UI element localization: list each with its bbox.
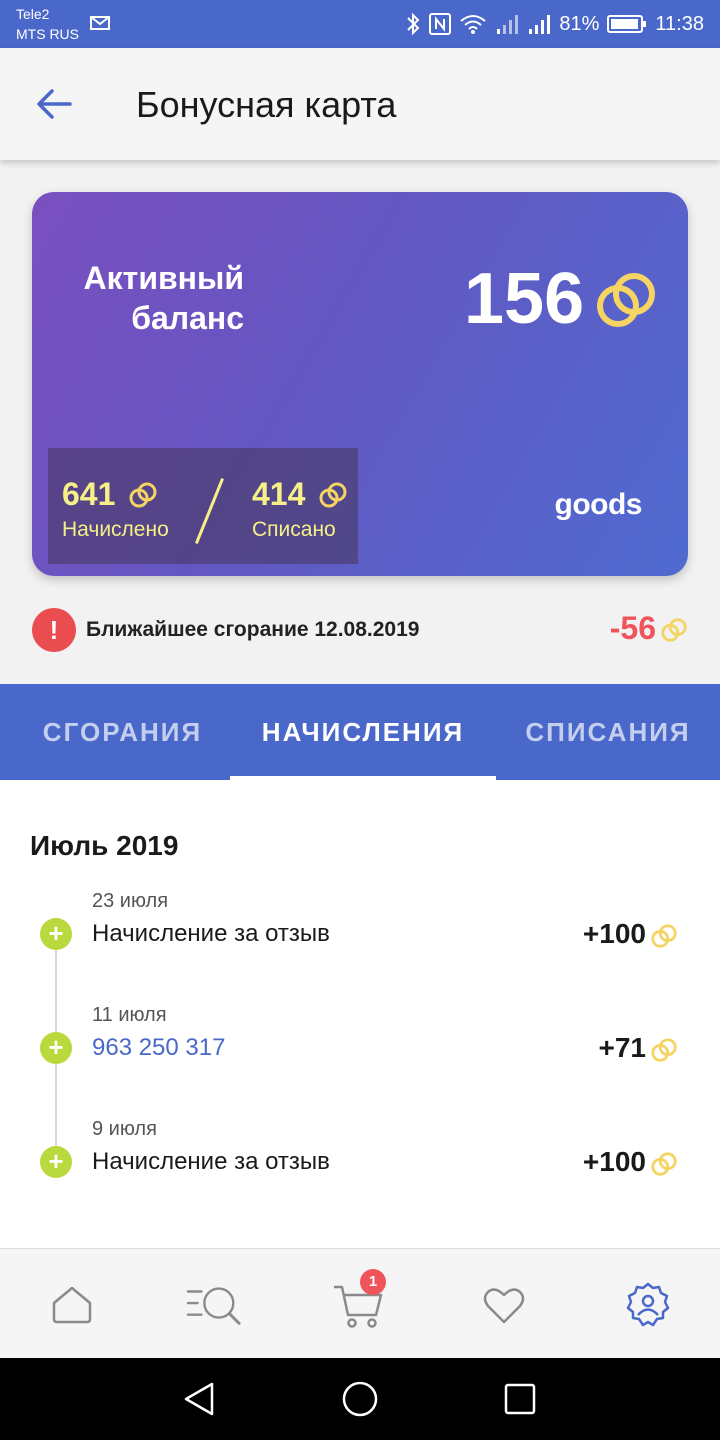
list-item[interactable]: + 11 июля 963 250 317 +71 (0, 1004, 720, 1084)
nav-cart-button[interactable]: 1 (330, 1269, 386, 1333)
spent-value: 414 (252, 476, 306, 512)
coin-icon (661, 618, 687, 642)
bonus-card: Активный баланс 156 641 Начислено 414 Сп… (32, 192, 688, 576)
plus-icon: + (40, 1032, 72, 1064)
plus-icon: + (40, 918, 72, 950)
nav-home-button[interactable] (44, 1277, 100, 1333)
entry-title: Начисление за отзыв (92, 1148, 330, 1175)
entry-order-link[interactable]: 963 250 317 (92, 1034, 225, 1062)
entry-title: Начисление за отзыв (92, 920, 330, 947)
tab-bar: СГОРАНИЯ НАЧИСЛЕНИЯ СПИСАНИЯ (0, 684, 720, 780)
nav-catalog-button[interactable] (186, 1277, 242, 1333)
coin-icon (319, 482, 347, 508)
coin-icon (651, 1038, 677, 1062)
status-bar: Tele2 MTS RUS 81% 11:38 (0, 0, 720, 48)
active-balance-value: 156 (464, 259, 585, 339)
bluetooth-icon (407, 12, 420, 36)
expiry-text: Ближайшее сгорание 12.08.2019 (86, 618, 420, 641)
carrier-info: Tele2 MTS RUS (16, 4, 79, 44)
entry-amount: +100 (582, 918, 646, 949)
back-button[interactable] (28, 78, 80, 130)
entry-date: 9 июля (92, 1118, 157, 1140)
profile-settings-icon (626, 1282, 670, 1327)
coin-icon (129, 482, 157, 508)
entry-amount: +71 (598, 1032, 647, 1063)
entry-amount: +100 (582, 1146, 646, 1177)
accrued-value: 641 (62, 476, 116, 512)
battery-percent: 81% (559, 12, 600, 35)
signal-icon-1 (497, 15, 519, 34)
cart-badge: 1 (360, 1269, 386, 1295)
list-item[interactable]: + 23 июля Начисление за отзыв +100 (0, 890, 720, 970)
entry-date: 23 июля (92, 890, 169, 912)
mail-icon (90, 16, 110, 30)
stats-divider (194, 477, 225, 545)
active-balance-label-line1: Активный (83, 260, 244, 296)
triangle-back-icon (184, 1382, 214, 1416)
bottom-nav: 1 (0, 1248, 720, 1358)
list-item[interactable]: + 9 июля Начисление за отзыв +100 (0, 1118, 720, 1198)
carrier-2: MTS RUS (16, 26, 79, 42)
battery-icon (607, 15, 647, 33)
exclamation-icon: ! (32, 608, 76, 652)
system-home-button[interactable] (339, 1378, 381, 1420)
nfc-icon (429, 13, 452, 35)
active-balance-label: Активный баланс (32, 258, 244, 338)
coin-icon (597, 273, 655, 327)
spent-label: Списано (252, 518, 336, 541)
square-recents-icon (504, 1383, 536, 1415)
nav-favorites-button[interactable] (476, 1277, 532, 1333)
coin-icon (651, 924, 677, 948)
app-bar: Бонусная карта (0, 48, 720, 160)
wifi-icon (460, 15, 487, 34)
page-title: Бонусная карта (136, 84, 397, 125)
coin-icon (651, 1152, 677, 1176)
expiry-amount: -56 (609, 610, 656, 646)
entry-date: 11 июля (92, 1004, 167, 1026)
month-header: Июль 2019 (30, 830, 179, 861)
status-icons: 81% 11:38 (405, 0, 704, 48)
expiry-row: ! Ближайшее сгорание 12.08.2019 -56 (32, 606, 688, 654)
home-icon (52, 1286, 92, 1324)
tab-accruals[interactable]: НАЧИСЛЕНИЯ (230, 684, 496, 780)
active-balance-label-line2: баланс (131, 300, 244, 336)
accrued-label: Начислено (62, 518, 169, 541)
system-recents-button[interactable] (499, 1378, 541, 1420)
system-back-button[interactable] (178, 1378, 220, 1420)
clock: 11:38 (655, 12, 704, 35)
stats-box: 641 Начислено 414 Списано (48, 448, 358, 564)
heart-icon (483, 1288, 525, 1324)
circle-home-icon (342, 1381, 378, 1417)
catalog-search-icon (186, 1287, 241, 1325)
system-nav-bar (0, 1358, 720, 1440)
tab-expirations[interactable]: СГОРАНИЯ (0, 684, 245, 780)
arrow-left-icon (37, 89, 72, 119)
carrier-1: Tele2 (16, 6, 50, 22)
tab-writeoffs[interactable]: СПИСАНИЯ (496, 684, 720, 780)
signal-icon-2 (529, 15, 551, 34)
brand-logo: goods (554, 488, 643, 521)
nav-profile-button[interactable] (620, 1277, 676, 1333)
history-list: Июль 2019 + 23 июля Начисление за отзыв … (0, 780, 720, 1248)
plus-icon: + (40, 1146, 72, 1178)
